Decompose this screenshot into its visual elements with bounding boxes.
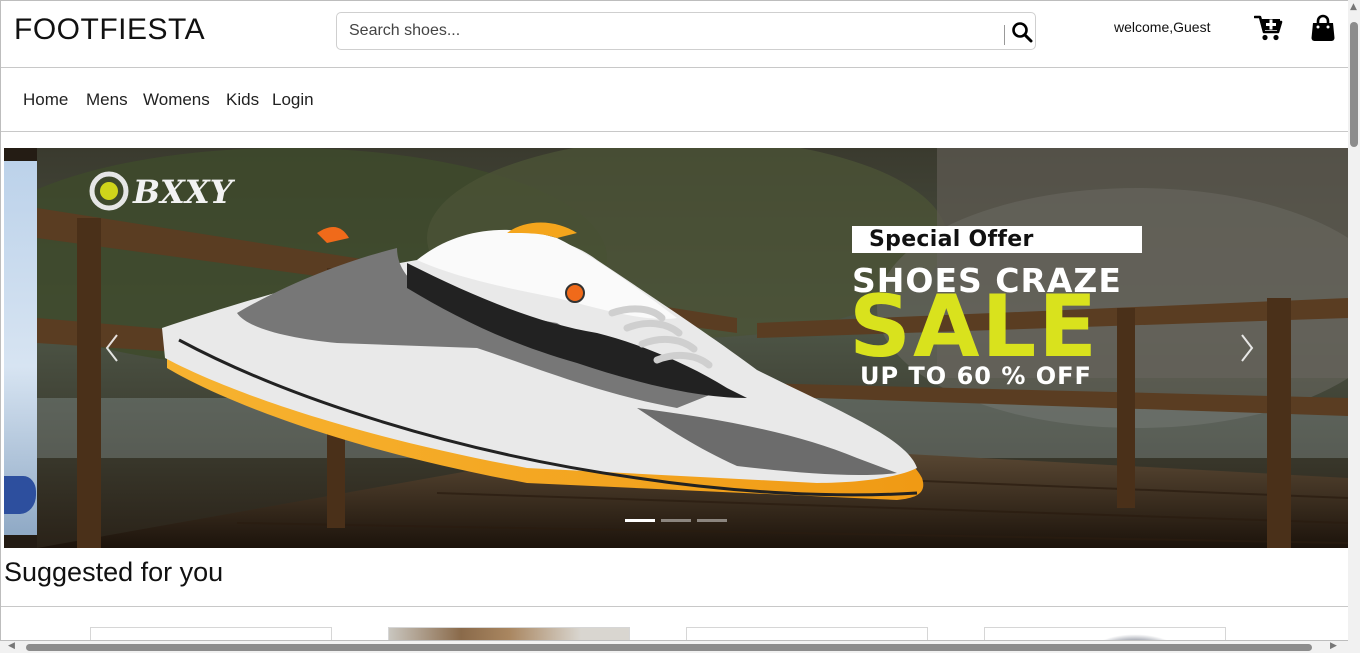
search-input[interactable] [338, 14, 1003, 48]
horizontal-scrollbar[interactable]: ◀ ▶ [0, 641, 1348, 653]
search-divider [1004, 25, 1005, 45]
search-icon [1012, 22, 1033, 43]
shopping-bag-icon [1311, 14, 1335, 41]
vertical-scrollbar[interactable]: ▲ [1348, 0, 1360, 653]
product-card[interactable] [686, 627, 928, 640]
vertical-scroll-thumb[interactable] [1350, 22, 1358, 147]
carousel-indicators [625, 519, 727, 522]
banner-sale-text: SALE [849, 277, 1100, 377]
carousel-next-button[interactable] [1227, 328, 1267, 368]
carousel-indicator-2[interactable] [661, 519, 691, 522]
brand-logo[interactable]: FOOTFIESTA [14, 13, 205, 47]
main-nav: Home Mens Womens Kids Login [1, 68, 1348, 132]
carousel-indicator-1[interactable] [625, 519, 655, 522]
nav-login[interactable]: Login [272, 90, 314, 110]
product-card[interactable] [984, 627, 1226, 640]
product-image [389, 628, 629, 640]
special-offer-tag: Special Offer [852, 226, 1142, 253]
horizontal-scroll-thumb[interactable] [26, 644, 1312, 651]
cart-plus-icon [1253, 15, 1283, 41]
prev-slide-peek [4, 161, 37, 535]
cart-button[interactable] [1253, 14, 1284, 42]
banner-discount: UP TO 60 % OFF [860, 362, 1092, 390]
scroll-up-arrow[interactable]: ▲ [1350, 2, 1357, 12]
page-frame: FOOTFIESTA welcome,Guest [0, 0, 1348, 641]
banner-brand-logo: BXXY [89, 169, 389, 217]
nav-home[interactable]: Home [23, 90, 68, 110]
svg-text:BXXY: BXXY [132, 173, 236, 211]
chevron-left-icon [105, 334, 118, 362]
nav-womens[interactable]: Womens [143, 90, 210, 110]
carousel-indicator-3[interactable] [697, 519, 727, 522]
nav-mens[interactable]: Mens [86, 90, 128, 110]
welcome-text: welcome,Guest [1114, 19, 1211, 35]
chevron-right-icon [1241, 334, 1254, 362]
special-offer-text: Special Offer [869, 227, 1034, 252]
product-image [1085, 634, 1185, 640]
scroll-right-arrow[interactable]: ▶ [1330, 641, 1337, 651]
search-bar [336, 12, 1036, 50]
scroll-left-arrow[interactable]: ◀ [8, 641, 15, 651]
product-card[interactable] [90, 627, 332, 640]
product-card[interactable] [388, 627, 630, 640]
nav-kids[interactable]: Kids [226, 90, 259, 110]
section-divider [1, 606, 1348, 607]
carousel-prev-button[interactable] [92, 328, 132, 368]
site-header: FOOTFIESTA welcome,Guest [1, 1, 1348, 68]
search-button[interactable] [1009, 19, 1035, 45]
suggested-title: Suggested for you [4, 557, 224, 587]
prev-slide-shoe [4, 476, 36, 514]
bag-button[interactable] [1310, 14, 1336, 42]
